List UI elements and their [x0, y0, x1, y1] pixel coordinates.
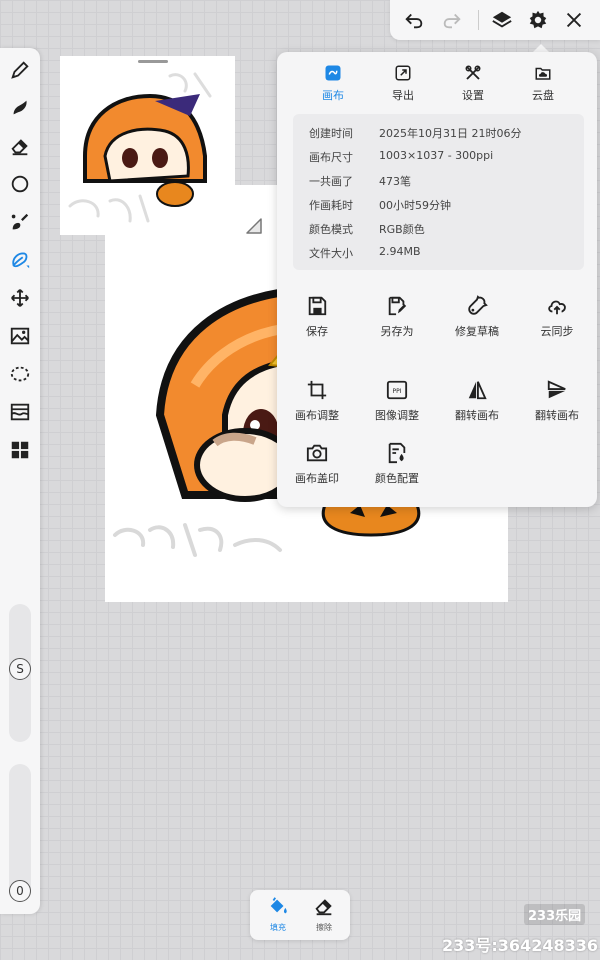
action-label: 图像调整	[375, 409, 419, 422]
repair-icon	[465, 294, 489, 318]
redo-icon[interactable]	[440, 8, 464, 32]
brush-icon[interactable]	[8, 210, 32, 234]
grid-menu-icon[interactable]	[8, 438, 32, 462]
fill-button[interactable]: 填充	[256, 895, 300, 933]
image-import-icon[interactable]	[8, 324, 32, 348]
erase-button[interactable]: 擦除	[302, 895, 346, 933]
info-key: 创建时间	[309, 127, 353, 140]
ppi-icon: PPI	[385, 378, 409, 402]
action-label: 翻转画布	[455, 409, 499, 422]
save-as-icon	[385, 294, 409, 318]
tab-label: 导出	[392, 89, 414, 102]
image-adjust-button[interactable]: PPI 图像调整	[362, 378, 432, 423]
info-value: 2025年10月31日 21时06分	[379, 127, 522, 140]
cloud-sync-button[interactable]: 云同步	[522, 294, 592, 339]
cloud-sync-icon	[545, 294, 569, 318]
tools-settings-icon	[462, 62, 484, 84]
color-profile-button[interactable]: 颜色配置	[362, 441, 432, 486]
info-key: 画布尺寸	[309, 151, 353, 164]
tab-cloud-drive[interactable]: 云盘	[508, 62, 578, 103]
info-value: 473笔	[379, 175, 411, 188]
action-label: 修复草稿	[455, 325, 499, 338]
flip-vertical-icon	[545, 378, 569, 402]
tab-export[interactable]: 导出	[368, 62, 438, 103]
canvas-stamp-button[interactable]: 画布盖印	[282, 441, 352, 486]
action-label: 翻转画布	[535, 409, 579, 422]
smudge-icon[interactable]	[8, 96, 32, 120]
info-key: 一共画了	[309, 175, 353, 188]
eraser-icon[interactable]	[8, 134, 32, 158]
action-label: 另存为	[380, 325, 414, 338]
crop-icon	[305, 378, 329, 402]
info-key: 作画耗时	[309, 199, 353, 212]
pen-icon[interactable]	[8, 58, 32, 82]
tab-label: 设置	[462, 89, 484, 102]
layers-icon[interactable]	[490, 8, 514, 32]
opacity-badge: 0	[9, 880, 31, 902]
save-as-button[interactable]: 另存为	[362, 294, 432, 339]
action-label: 画布盖印	[295, 472, 339, 485]
top-toolbar	[390, 0, 600, 40]
info-key: 颜色模式	[309, 223, 353, 236]
tab-canvas[interactable]: 画布	[298, 62, 368, 103]
action-label: 云同步	[540, 325, 574, 338]
size-badge: S	[9, 658, 31, 680]
reference-drag-handle[interactable]	[138, 60, 168, 63]
move-icon[interactable]	[8, 286, 32, 310]
toolbar-divider	[478, 10, 479, 30]
repair-draft-button[interactable]: 修复草稿	[442, 294, 512, 339]
erase-label: 擦除	[316, 923, 332, 932]
save-button[interactable]: 保存	[282, 294, 352, 339]
canvas-settings-panel: 画布 导出 设置 云盘 创建时间 2025年10月31日 21时06分 画布尺寸…	[277, 52, 597, 507]
watermark-text: 233号:364248336	[442, 936, 598, 955]
info-value: RGB颜色	[379, 223, 425, 236]
flip-horizontal-icon	[465, 378, 489, 402]
eraser-icon	[315, 899, 332, 916]
export-icon	[392, 62, 414, 84]
action-label: 颜色配置	[375, 472, 419, 485]
reference-image-window[interactable]	[60, 56, 235, 235]
lasso-fill-icon[interactable]	[8, 248, 32, 272]
cloud-drive-icon	[532, 62, 554, 84]
flip-horizontal-button[interactable]: 翻转画布	[442, 378, 512, 423]
info-value: 00小时59分钟	[379, 199, 451, 212]
filter-icon[interactable]	[8, 400, 32, 424]
tab-label: 画布	[322, 89, 344, 102]
fill-mode-bar: 填充 擦除	[250, 890, 350, 940]
svg-text:PPI: PPI	[393, 388, 402, 395]
canvas-info-box: 创建时间 2025年10月31日 21时06分 画布尺寸 1003×1037 -…	[293, 114, 584, 270]
close-icon[interactable]	[562, 8, 586, 32]
canvas-tab-icon	[322, 62, 344, 84]
tab-label: 云盘	[532, 89, 554, 102]
camera-icon	[305, 441, 329, 465]
color-profile-icon	[385, 441, 409, 465]
panel-tabs: 画布 导出 设置 云盘	[277, 62, 597, 102]
watermark-logo: 233乐园	[524, 904, 586, 925]
info-key: 文件大小	[309, 247, 353, 260]
canvas-adjust-button[interactable]: 画布调整	[282, 378, 352, 423]
action-label: 画布调整	[295, 409, 339, 422]
resize-corner-icon[interactable]	[244, 216, 264, 236]
undo-icon[interactable]	[402, 8, 426, 32]
paint-bucket-icon	[270, 897, 287, 914]
settings-icon[interactable]	[526, 8, 550, 32]
selection-icon[interactable]	[8, 362, 32, 386]
info-value: 1003×1037 - 300ppi	[379, 149, 494, 162]
reference-thumbnail	[68, 72, 212, 223]
circle-shape-icon[interactable]	[8, 172, 32, 196]
flip-vertical-button[interactable]: 翻转画布	[522, 378, 592, 423]
save-icon	[305, 294, 329, 318]
fill-label: 填充	[270, 923, 286, 932]
tab-settings[interactable]: 设置	[438, 62, 508, 103]
left-toolbar: S 0	[0, 48, 40, 914]
action-label: 保存	[306, 325, 328, 338]
info-value: 2.94MB	[379, 245, 421, 258]
panel-caret	[533, 44, 549, 52]
